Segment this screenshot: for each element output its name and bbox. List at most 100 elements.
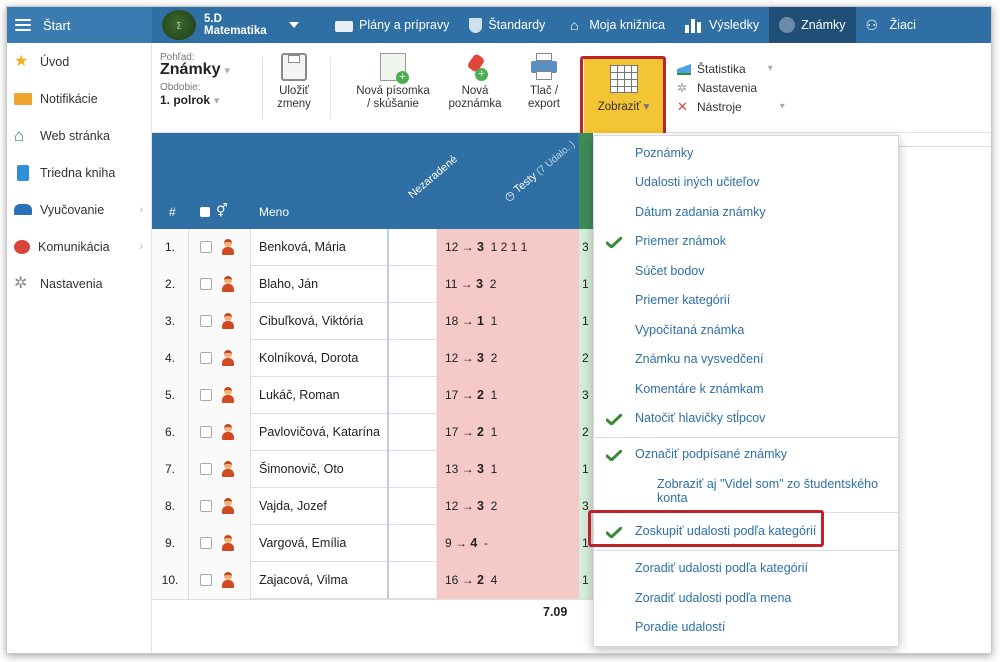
tests-cell[interactable]: 11 → 3 2 [437,266,579,303]
view-selector[interactable]: Pohľad: Známky ▾ Obdobie: 1. polrok ▾ [160,52,260,107]
student-name[interactable]: Benková, Mária [251,229,389,266]
points-value: 12 [445,351,459,365]
tests-cell[interactable]: 12 → 3 2 [437,340,579,377]
next-category-cell[interactable]: 2 [579,414,593,451]
next-category-cell[interactable]: 2 [579,340,593,377]
unassigned-cell[interactable] [391,303,437,340]
tests-cell[interactable]: 17 → 2 1 [437,377,579,414]
row-checkbox[interactable] [200,352,212,364]
sidebar-item-triedna-kniha[interactable]: Triedna kniha [7,154,151,191]
next-category-cell[interactable]: 1 [579,303,593,340]
sidebar-item-label: Komunikácia [38,239,110,254]
row-checkbox[interactable] [200,537,212,549]
row-checkbox[interactable] [200,315,212,327]
next-category-cell[interactable]: 3 [579,229,593,266]
unassigned-cell[interactable] [391,451,437,488]
row-checkbox[interactable] [200,426,212,438]
nav-kniznica[interactable]: ⌂ Moja knižnica [555,7,675,43]
tests-cell[interactable]: 12 → 3 2 [437,488,579,525]
class-selector[interactable]: ∑ 5.D Matematika [162,9,299,41]
student-name[interactable]: Cibuľková, Viktória [251,303,389,340]
row-checkbox[interactable] [200,500,212,512]
row-checkbox[interactable] [200,574,212,586]
student-avatar-icon [221,387,235,404]
grade-value: 2 [477,388,484,402]
next-category-cell[interactable]: 3 [579,377,593,414]
unassigned-cell[interactable] [391,525,437,562]
select-all-checkbox[interactable] [200,207,210,217]
grade-value: 3 [477,499,484,513]
print-export-button[interactable]: Tlač / export [522,53,566,111]
sidebar-item-web[interactable]: ⌂ Web stránka [7,117,151,154]
tests-cell[interactable]: 12 → 3 1 2 1 1 [437,229,579,266]
unassigned-cell[interactable] [391,229,437,266]
student-name[interactable]: Lukáč, Roman [251,377,389,414]
student-name[interactable]: Pavlovičová, Katarína [251,414,389,451]
unassigned-cell[interactable] [391,414,437,451]
dropdown-item-label: Priemer kategórií [635,293,731,307]
sidebar-item-komunikacia[interactable]: Komunikácia › [7,228,151,265]
other-grades: 4 [490,573,498,587]
period-selector[interactable]: 1. polrok ▾ [160,93,260,107]
new-test-button[interactable]: + Nová písomka / skúšanie [350,53,436,111]
row-checkbox[interactable] [200,241,212,253]
points-value: 17 [445,425,459,439]
unassigned-cell[interactable] [391,562,437,599]
student-avatar-icon [221,239,235,256]
col-header-name: Meno [259,205,290,219]
student-name[interactable]: Šimonovič, Oto [251,451,389,488]
row-select-cell [189,451,251,488]
period-value: 1. polrok [160,93,211,107]
tests-cell[interactable]: 17 → 2 1 [437,414,579,451]
tests-cell[interactable]: 18 → 1 1 [437,303,579,340]
points-value: 9 [445,536,452,550]
student-avatar-icon [221,461,235,478]
other-grades: 1 [490,425,498,439]
sidebar-item-vyucovanie[interactable]: Vyučovanie › [7,191,151,228]
envelope-icon [14,92,32,105]
col-header-tests[interactable]: ◷ Testy (7 Udalo..) [502,138,577,204]
row-checkbox[interactable] [200,463,212,475]
checkmark-icon [606,237,622,248]
new-note-label-line1: Nová [461,85,489,97]
sidebar-item-uvod[interactable]: ★ Úvod [7,43,151,80]
tests-cell[interactable]: 16 → 2 4 [437,562,579,599]
student-name[interactable]: Vajda, Jozef [251,488,389,525]
open-book-icon [14,204,32,215]
tests-cell[interactable]: 13 → 3 1 [437,451,579,488]
nav-plany[interactable]: Plány a prípravy [325,7,459,43]
sidebar-item-nastavenia[interactable]: ✲ Nastavenia [7,265,151,302]
next-category-cell[interactable]: 1 [579,266,593,303]
save-button[interactable]: Uložiť zmeny [269,53,319,111]
tests-cell[interactable]: 9 → 4 - [437,525,579,562]
settings-menu[interactable]: ✲ Nastavenia [677,78,785,97]
next-category-cell[interactable]: 1 [579,451,593,488]
grade-value: 3 [477,351,484,365]
statistics-menu[interactable]: Štatistika ▾ [677,59,785,78]
tools-menu[interactable]: ✕ Nástroje ▾ [677,97,785,116]
table-row: 2. Blaho, Ján 11 → 3 21 [152,266,593,303]
divider [262,57,263,119]
unassigned-cell[interactable] [391,266,437,303]
sidebar-item-notifikacie[interactable]: Notifikácie [7,80,151,117]
start-button[interactable]: Štart [7,7,152,43]
row-checkbox[interactable] [200,389,212,401]
nav-ziaci[interactable]: ⚇ Žiaci [856,7,926,43]
row-select-cell [189,377,251,414]
grade-value: 4 [470,536,478,550]
next-category-cell[interactable]: 1 [579,562,593,599]
new-note-button[interactable]: + Nová poznámka [447,53,503,111]
row-checkbox[interactable] [200,278,212,290]
annotation-box-group [588,510,824,547]
unassigned-cell[interactable] [391,340,437,377]
student-name[interactable]: Blaho, Ján [251,266,389,303]
col-header-unassigned[interactable]: Nezaradené [406,153,460,201]
student-name[interactable]: Zajacová, Vilma [251,562,389,599]
nav-znamky[interactable]: Známky [769,7,856,43]
nav-standardy[interactable]: Štandardy [459,7,555,43]
student-name[interactable]: Kolníková, Dorota [251,340,389,377]
nav-vysledky[interactable]: Výsledky [675,7,769,43]
unassigned-cell[interactable] [391,377,437,414]
unassigned-cell[interactable] [391,488,437,525]
student-name[interactable]: Vargová, Emília [251,525,389,562]
